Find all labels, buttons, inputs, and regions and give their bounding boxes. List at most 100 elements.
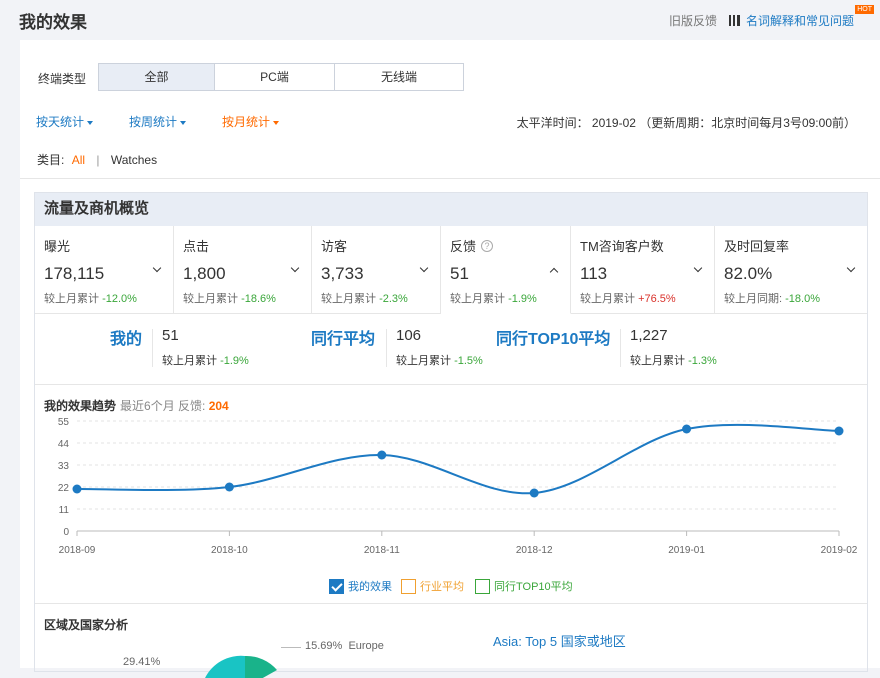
terminal-option-mobile[interactable]: 无线端 [335,64,463,90]
pie-slice[interactable] [245,655,277,678]
page-title: 我的效果 [19,13,87,32]
traffic-panel: 流量及商机概览 曝光 178,115 较上月累计 -12.0% 点击 1,800… [34,192,868,678]
legend-label: 同行TOP10平均 [494,581,573,593]
faq-link-wrap[interactable]: 名词解释和常见问题 HOT [746,5,874,29]
time-info: 太平洋时间： 2019-02 （更新周期：北京时间每月3号09:00前） [516,116,856,130]
metric-clicks[interactable]: 点击 1,800 较上月累计 -18.6% [174,226,312,313]
metric-impressions[interactable]: 曝光 178,115 较上月累计 -12.0% [35,226,174,313]
metric-change-value: -12.0% [102,293,137,305]
compare-peer-change: 较上月累计 -1.5% [396,352,483,368]
terminal-segmented-control: 全部 PC端 无线端 [98,63,464,91]
asia-title[interactable]: Asia: Top 5 国家或地区 [493,631,626,650]
y-tick-label: 55 [58,417,70,428]
stat-period-tabs: 按天统计 按周统计 按月统计 [36,113,315,130]
metric-change-prefix: 较上月累计 [580,293,635,305]
category-filter: 类目: All | Watches [37,151,157,168]
legend-mine[interactable]: 我的效果 [329,578,392,594]
x-tick-label: 2019-02 [821,545,858,556]
metric-label: 反馈 [450,239,477,254]
tab-daily-label: 按天统计 [36,115,85,129]
metric-change: 较上月累计 -1.9% [450,290,570,306]
y-tick-label: 0 [63,527,69,538]
y-tick-label: 11 [59,505,70,516]
compare-mine-change: 较上月累计 -1.9% [162,352,249,368]
caret-down-icon [87,120,94,125]
metric-label: TM咨询客户数 [580,239,664,254]
checkbox-icon[interactable] [401,578,416,594]
metric-label: 访客 [321,239,348,254]
category-separator: | [96,153,100,167]
region-pie-chart [205,655,277,678]
metric-change-prefix: 较上月累计 [321,293,376,305]
caret-down-icon [273,120,280,125]
metric-change: 较上月累计 -2.3% [321,290,440,306]
data-point[interactable] [72,484,82,494]
pie-label-pct: 15.69% [305,640,343,652]
caret-down-icon [180,120,187,125]
tab-weekly[interactable]: 按周统计 [129,113,187,130]
y-tick-label: 44 [58,439,70,450]
main-card: 终端类型 全部 PC端 无线端 按天统计 按周统计 按月统计 太平洋时间： 20… [20,40,880,678]
pie-label-line [281,647,301,648]
compare-top10-label: 同行TOP10平均 [496,331,611,348]
compare-divider [620,329,621,367]
compare-change-value: -1.5% [454,355,483,367]
divider [20,178,880,179]
metric-label: 及时回复率 [724,239,790,254]
compare-change-prefix: 较上月累计 [630,355,685,367]
terminal-option-pc[interactable]: PC端 [215,64,335,90]
x-tick-label: 2018-10 [211,545,248,556]
checkbox-icon[interactable] [475,578,490,594]
compare-top10-value: 1,227 [630,327,668,344]
terminal-option-all[interactable]: 全部 [99,64,215,90]
metric-reply-rate[interactable]: 及时回复率 82.0% 较上月同期: -18.0% [715,226,867,313]
x-tick-label: 2018-12 [516,545,553,556]
data-point[interactable] [377,450,387,460]
hot-badge: HOT [855,5,874,14]
metric-label: 点击 [183,239,210,254]
tab-daily[interactable]: 按天统计 [36,113,94,130]
x-tick-label: 2018-11 [364,545,400,556]
data-point[interactable] [834,426,844,436]
metric-visitors[interactable]: 访客 3,733 较上月累计 -2.3% [312,226,441,313]
category-watches[interactable]: Watches [111,153,157,167]
tab-monthly-label: 按月统计 [222,115,271,129]
pie-label-other: 29.41% [123,656,161,668]
panel-title: 流量及商机概览 [35,193,867,226]
old-feedback-link[interactable]: 旧版反馈 [669,12,717,29]
metric-change-prefix: 较上月累计 [183,293,238,305]
metric-change: 较上月累计 -18.6% [183,290,311,306]
data-point[interactable] [224,482,234,492]
compare-change-value: -1.9% [220,355,249,367]
pie-slice[interactable] [205,655,245,678]
region-section: 区域及国家分析 Asia: Top 5 国家或地区 15.69% Europe … [35,603,867,678]
pie-label-europe: 15.69% Europe [305,640,384,652]
data-point[interactable] [529,488,539,498]
category-label: 类目: [37,153,65,167]
terminal-label: 终端类型 [38,72,87,86]
top-bar: 我的效果 旧版反馈 名词解释和常见问题 HOT [0,0,880,40]
category-all[interactable]: All [72,153,85,167]
metric-change-value: +76.5% [638,293,676,305]
compare-peer-label: 同行平均 [311,331,376,348]
metric-change-value: -18.6% [241,293,276,305]
compare-change-value: -1.3% [688,355,717,367]
metric-change: 较上月累计 -12.0% [44,290,173,306]
metric-change-prefix: 较上月同期: [724,293,783,305]
tab-monthly[interactable]: 按月统计 [222,113,280,130]
data-point[interactable] [682,424,692,434]
help-icon[interactable]: ? [481,239,494,252]
legend-industry-avg[interactable]: 行业平均 [401,578,464,594]
y-tick-label: 33 [58,461,70,472]
metric-change-prefix: 较上月累计 [450,293,505,305]
legend-top10-avg[interactable]: 同行TOP10平均 [475,578,573,594]
region-title: 区域及国家分析 [44,618,129,632]
checkbox-checked-icon[interactable] [329,578,344,594]
metric-tm-consult[interactable]: TM咨询客户数 113 较上月累计 +76.5% [571,226,715,313]
metric-feedback[interactable]: 反馈? 51 较上月累计 -1.9% [441,226,571,314]
compare-mine-value: 51 [162,327,179,344]
faq-link[interactable]: 名词解释和常见问题 [746,14,854,28]
metric-change-value: -2.3% [379,293,408,305]
metric-label-row: 反馈? [450,236,570,255]
pie-label-name: Europe [348,640,384,652]
